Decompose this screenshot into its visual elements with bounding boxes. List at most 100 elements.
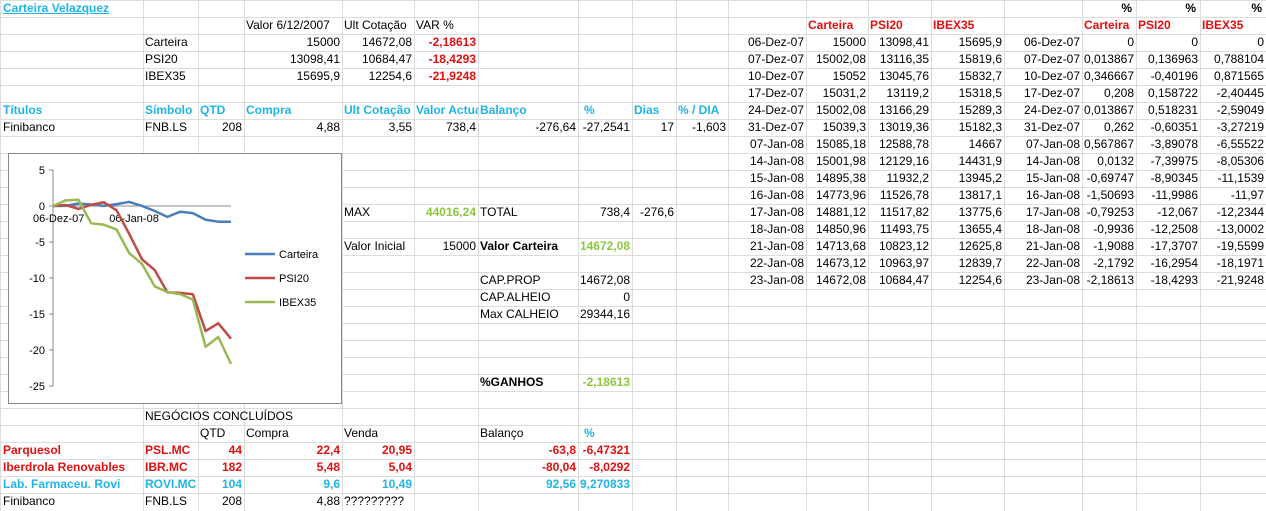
titulos-header[interactable]: % [580, 102, 636, 119]
history-date-pct[interactable]: 24-Dez-07 [1004, 102, 1080, 119]
negocio-symbol[interactable]: ROVI.MC [145, 476, 198, 493]
negocio-balanco[interactable]: 92,56 [478, 476, 576, 493]
history-pct-psi20[interactable]: -12,2508 [1136, 221, 1198, 238]
negocio-symbol[interactable]: FNB.LS [145, 493, 198, 510]
negocio-pct[interactable]: -8,0292 [578, 459, 630, 476]
history-pct-carteira[interactable]: 0,346667 [1082, 68, 1134, 85]
history-date[interactable]: 07-Dez-07 [728, 51, 804, 68]
header-var[interactable]: VAR % [416, 17, 478, 34]
history-pct-ibex35[interactable]: 0,788104 [1200, 51, 1264, 68]
negocios-header-qtd[interactable]: QTD [200, 425, 242, 442]
titulos-header[interactable]: Símbolo [145, 102, 198, 119]
history-ibex35[interactable]: 14431,9 [931, 153, 1002, 170]
titulo-dias[interactable]: 17 [632, 119, 674, 136]
stat-capalheio-label[interactable]: CAP.ALHEIO [480, 289, 578, 306]
history-pct-psi20[interactable]: -17,3707 [1136, 238, 1198, 255]
history-pct-psi20[interactable]: 0 [1136, 34, 1198, 51]
negocio-name[interactable]: Iberdrola Renovables [3, 459, 143, 476]
header-valor[interactable]: Valor 6/12/2007 [246, 17, 342, 34]
history-pct-carteira[interactable]: -0,9936 [1082, 221, 1134, 238]
negocio-compra[interactable]: 4,88 [244, 493, 340, 510]
history-carteira[interactable]: 15002,08 [806, 102, 866, 119]
titulo-valor[interactable]: 738,4 [414, 119, 476, 136]
titulos-header[interactable]: Ult Cotação [344, 102, 414, 119]
history-carteira[interactable]: 14713,68 [806, 238, 866, 255]
history-pct-ibex35[interactable]: 0 [1200, 34, 1264, 51]
history-pct-ibex35[interactable]: -2,40445 [1200, 85, 1264, 102]
history-psi20[interactable]: 10823,12 [868, 238, 929, 255]
history-carteira[interactable]: 15002,08 [806, 51, 866, 68]
history-header-psi20[interactable]: PSI20 [870, 17, 931, 34]
history-date-pct[interactable]: 21-Jan-08 [1004, 238, 1080, 255]
history-psi20[interactable]: 11526,78 [868, 187, 929, 204]
history-date-pct[interactable]: 31-Dez-07 [1004, 119, 1080, 136]
history-psi20[interactable]: 10684,47 [868, 272, 929, 289]
summary-ult[interactable]: 12254,6 [342, 68, 412, 85]
history-date[interactable]: 10-Dez-07 [728, 68, 804, 85]
history-date-pct[interactable]: 14-Jan-08 [1004, 153, 1080, 170]
history-ibex35[interactable]: 15819,6 [931, 51, 1002, 68]
titulos-header[interactable]: Compra [246, 102, 342, 119]
negocio-name[interactable]: Finibanco [3, 493, 143, 510]
history-date[interactable]: 18-Jan-08 [728, 221, 804, 238]
history-pct-psi20[interactable]: 0,158722 [1136, 85, 1198, 102]
titulo-name[interactable]: Finibanco [3, 119, 143, 136]
history-ibex35[interactable]: 13655,4 [931, 221, 1002, 238]
history-pct-psi20[interactable]: -8,90345 [1136, 170, 1198, 187]
history-pct-mark[interactable]: % [1200, 0, 1262, 17]
summary-ult[interactable]: 10684,47 [342, 51, 412, 68]
negocio-name[interactable]: Parquesol [3, 442, 143, 459]
performance-chart[interactable]: 5 0 -5 -10 -15 -20 -25 06-Dez-07 06-Jan-08 Cartei… [8, 153, 342, 404]
history-date-pct[interactable]: 15-Jan-08 [1004, 170, 1080, 187]
stat-valor-carteira-value[interactable]: 14672,08 [578, 238, 630, 255]
history-date-pct[interactable]: 07-Jan-08 [1004, 136, 1080, 153]
history-date-pct[interactable]: 06-Dez-07 [1004, 34, 1080, 51]
summary-valor[interactable]: 15695,9 [244, 68, 340, 85]
history-carteira[interactable]: 15039,3 [806, 119, 866, 136]
negocio-qtd[interactable]: 104 [198, 476, 242, 493]
history-psi20[interactable]: 13098,41 [868, 34, 929, 51]
history-carteira[interactable]: 15001,98 [806, 153, 866, 170]
history-psi20[interactable]: 10963,97 [868, 255, 929, 272]
history-pct-header[interactable]: Carteira [1084, 17, 1136, 34]
titulo-ult[interactable]: 3,55 [342, 119, 412, 136]
negocio-compra[interactable]: 5,48 [244, 459, 340, 476]
history-pct-mark[interactable]: % [1082, 0, 1132, 17]
history-pct-psi20[interactable]: -12,067 [1136, 204, 1198, 221]
history-pct-ibex35[interactable]: -18,1971 [1200, 255, 1264, 272]
history-date[interactable]: 31-Dez-07 [728, 119, 804, 136]
summary-var[interactable]: -21,9248 [414, 68, 476, 85]
history-psi20[interactable]: 13019,36 [868, 119, 929, 136]
history-pct-carteira[interactable]: 0,567867 [1082, 136, 1134, 153]
titulos-header[interactable]: QTD [200, 102, 242, 119]
history-pct-mark[interactable]: % [1136, 0, 1196, 17]
history-pct-carteira[interactable]: 0,208 [1082, 85, 1134, 102]
history-pct-ibex35[interactable]: -3,27219 [1200, 119, 1264, 136]
header-ult-cotacao[interactable]: Ult Cotação [344, 17, 414, 34]
negocios-header-pct[interactable]: % [584, 425, 632, 442]
history-pct-carteira[interactable]: -0,79253 [1082, 204, 1134, 221]
history-carteira[interactable]: 14773,96 [806, 187, 866, 204]
history-pct-carteira[interactable]: -1,9088 [1082, 238, 1134, 255]
history-date-pct[interactable]: 18-Jan-08 [1004, 221, 1080, 238]
stat-total-label[interactable]: TOTAL [480, 204, 578, 221]
negocio-venda[interactable]: 20,95 [342, 442, 412, 459]
titulo-compra[interactable]: 4,88 [244, 119, 340, 136]
summary-name[interactable]: IBEX35 [145, 68, 198, 85]
history-date-pct[interactable]: 22-Jan-08 [1004, 255, 1080, 272]
negocio-qtd[interactable]: 208 [198, 493, 242, 510]
history-pct-psi20[interactable]: -11,9986 [1136, 187, 1198, 204]
stat-ganhos-label[interactable]: %GANHOS [480, 374, 578, 391]
history-psi20[interactable]: 11493,75 [868, 221, 929, 238]
history-ibex35[interactable]: 15318,5 [931, 85, 1002, 102]
negocio-venda[interactable]: ????????? [342, 493, 414, 510]
stat-total-balanco[interactable]: -276,6 [632, 204, 674, 221]
history-carteira[interactable]: 15031,2 [806, 85, 866, 102]
history-psi20[interactable]: 12129,16 [868, 153, 929, 170]
history-date[interactable]: 07-Jan-08 [728, 136, 804, 153]
titulos-header[interactable]: Balanço [480, 102, 578, 119]
history-date[interactable]: 06-Dez-07 [728, 34, 804, 51]
stat-valor-carteira-label[interactable]: Valor Carteira [480, 238, 578, 255]
stat-total-value[interactable]: 738,4 [578, 204, 630, 221]
negocio-balanco[interactable] [478, 493, 576, 510]
